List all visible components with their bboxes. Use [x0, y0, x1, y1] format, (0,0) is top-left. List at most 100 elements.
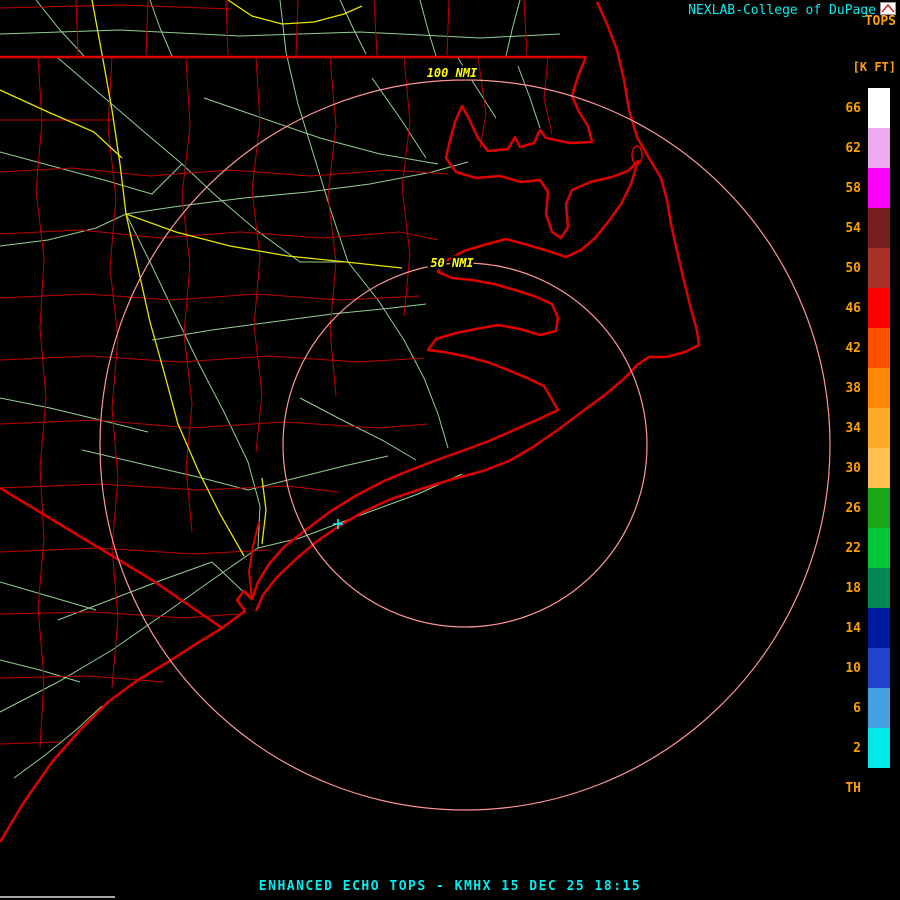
colorbar-entry-label: 38 — [825, 381, 868, 396]
colorbar-title: TOPS — [865, 14, 896, 29]
highway — [126, 214, 244, 556]
range-ring-label-100nmi: 100 NMI — [427, 66, 478, 80]
colorbar-entry-swatch — [868, 568, 890, 608]
road — [0, 660, 80, 682]
colorbar-entry-label: 2 — [825, 741, 868, 756]
map-marker-icon — [333, 519, 343, 529]
colorbar-entry-label: 10 — [825, 661, 868, 676]
marker-cross — [333, 519, 343, 529]
county-line — [182, 57, 192, 532]
road — [506, 0, 520, 56]
highway — [126, 214, 402, 268]
county-line — [0, 230, 438, 240]
colorbar-entry-label: 66 — [825, 101, 868, 116]
colorbar-entry-swatch — [868, 408, 890, 448]
road — [300, 398, 416, 460]
road — [248, 456, 388, 490]
road — [340, 0, 366, 54]
highway — [262, 478, 266, 544]
colorbar-entry-swatch — [868, 448, 890, 488]
county-line — [447, 0, 449, 55]
mainland-coastline — [0, 57, 638, 842]
road-network — [0, 0, 560, 778]
colorbar-entries: 66625854504642383430262218141062TH — [825, 88, 890, 808]
road — [0, 30, 560, 38]
colorbar-entry-swatch — [868, 528, 890, 568]
colorbar-entry-label: 30 — [825, 461, 868, 476]
cape-fear-river — [249, 522, 259, 599]
road — [420, 0, 436, 56]
road — [280, 0, 348, 262]
county-line — [76, 0, 78, 55]
colorbar-entry: 62 — [825, 128, 890, 168]
colorbar-entry: 50 — [825, 248, 890, 288]
highway — [0, 90, 122, 158]
colorbar-entry: 26 — [825, 488, 890, 528]
colorbar-entry: 42 — [825, 328, 890, 368]
colorbar-entry: 54 — [825, 208, 890, 248]
colorbar-entry-swatch — [868, 328, 890, 368]
highway-network — [0, 0, 402, 556]
county-line — [226, 0, 228, 55]
colorbar-entry-swatch — [868, 688, 890, 728]
county-line — [0, 5, 232, 9]
colorbar-entry-swatch — [868, 768, 890, 808]
colorbar-entry: 38 — [825, 368, 890, 408]
county-line — [478, 57, 486, 148]
colorbar-entry-swatch — [868, 168, 890, 208]
radar-display: 100 NMI 50 NMI NEXLAB-College of DuPage … — [0, 0, 900, 900]
colorbar-entry-label: 6 — [825, 701, 868, 716]
colorbar-entry: 6 — [825, 688, 890, 728]
colorbar-entry: 10 — [825, 648, 890, 688]
road — [214, 194, 348, 262]
colorbar-entry-label: 18 — [825, 581, 868, 596]
colorbar-entry: 18 — [825, 568, 890, 608]
colorbar-entry-swatch — [868, 608, 890, 648]
county-line — [524, 0, 527, 55]
radar-map: 100 NMI 50 NMI — [0, 0, 900, 900]
county-line — [328, 57, 336, 396]
county-line — [402, 57, 410, 316]
colorbar-entry-swatch — [868, 728, 890, 768]
attribution-text: NEXLAB-College of DuPage — [688, 3, 876, 18]
colorbar-entry-label: 26 — [825, 501, 868, 516]
road — [126, 214, 260, 548]
colorbar-units: [K FT] — [853, 60, 896, 74]
county-line — [36, 57, 46, 748]
colorbar-entry: 34 — [825, 408, 890, 448]
county-line — [0, 742, 60, 744]
colorbar-entry-swatch — [868, 248, 890, 288]
county-line — [0, 356, 424, 362]
colorbar-entry-swatch — [868, 128, 890, 168]
colorbar-entry-label: 34 — [825, 421, 868, 436]
road — [152, 304, 426, 340]
road — [0, 398, 148, 432]
colorbar-entry-label: 14 — [825, 621, 868, 636]
county-line — [374, 0, 377, 55]
colorbar-entry-label: 42 — [825, 341, 868, 356]
road — [150, 0, 172, 56]
road — [0, 214, 126, 246]
county-line — [0, 420, 428, 428]
colorbar-entry: 46 — [825, 288, 890, 328]
road — [348, 262, 448, 448]
road — [0, 582, 96, 610]
colorbar-entry-swatch — [868, 648, 890, 688]
state-borders-and-coast — [0, 2, 699, 842]
county-line — [544, 57, 552, 134]
colorbar-entry-swatch — [868, 288, 890, 328]
county-boundaries — [0, 0, 552, 748]
county-line — [146, 0, 148, 55]
county-line — [108, 57, 118, 688]
colorbar-entry-swatch — [868, 488, 890, 528]
colorbar-entry-label: 50 — [825, 261, 868, 276]
colorbar-entry-label: 54 — [825, 221, 868, 236]
colorbar-entry: 66 — [825, 88, 890, 128]
colorbar-entry-swatch — [868, 208, 890, 248]
colorbar-entry-label: 62 — [825, 141, 868, 156]
barrier-islands-coastline — [256, 2, 699, 611]
colorbar-entry-label: 22 — [825, 541, 868, 556]
county-line — [296, 0, 298, 55]
road — [204, 98, 438, 164]
road — [0, 152, 182, 194]
